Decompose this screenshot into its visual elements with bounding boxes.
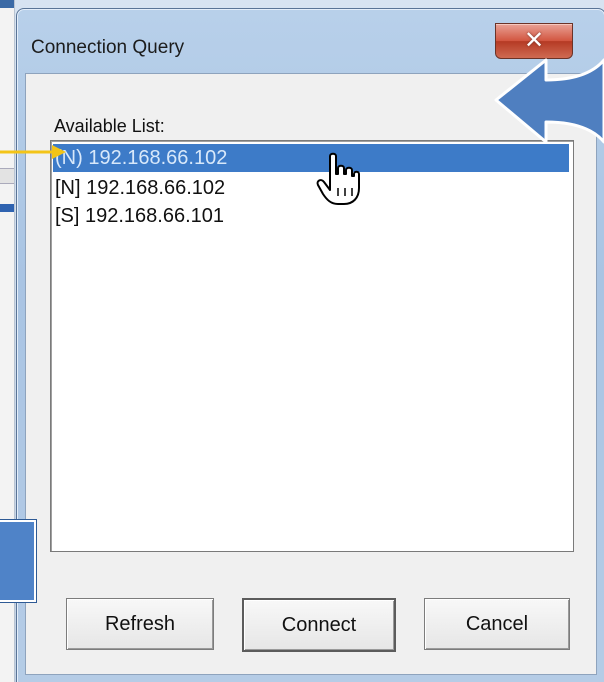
screenshot-stage: Connection Query ✕ Available List: (N) 1…	[0, 0, 604, 682]
background-blue-strip	[0, 204, 14, 212]
list-item[interactable]: [S] 192.168.66.101	[53, 202, 569, 230]
connect-button[interactable]: Connect	[242, 598, 396, 652]
list-item[interactable]: [N] 192.168.66.102	[53, 174, 569, 202]
background-toolbar-strip	[0, 168, 14, 184]
dialog-title: Connection Query	[31, 37, 185, 58]
available-list-box[interactable]: (N) 192.168.66.102 [N] 192.168.66.102 [S…	[50, 140, 574, 552]
background-titlebar-strip	[0, 0, 14, 8]
annotation-callout-box	[0, 520, 36, 602]
hand-pointer-icon	[316, 152, 360, 205]
refresh-button[interactable]: Refresh	[66, 598, 214, 650]
yellow-pointer-arrow-icon	[0, 145, 66, 159]
dialog-client-area: Available List: (N) 192.168.66.102 [N] 1…	[25, 73, 597, 675]
available-list-label: Available List:	[54, 116, 165, 136]
cancel-button[interactable]: Cancel	[424, 598, 570, 650]
callout-arrow-icon	[494, 58, 604, 144]
